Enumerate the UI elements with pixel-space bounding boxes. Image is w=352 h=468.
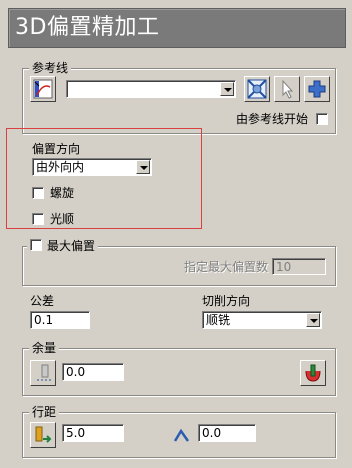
- curve-select-button[interactable]: [30, 76, 56, 102]
- cut-direction-dropdown[interactable]: 顺铣: [202, 311, 322, 329]
- max-offset-label: 最大偏置: [47, 239, 96, 253]
- chevron-down-icon[interactable]: [220, 82, 234, 96]
- thickness-button[interactable]: [300, 360, 326, 386]
- curve-edit-button[interactable]: [244, 76, 270, 102]
- title-bar: 3D偏置精加工: [8, 8, 346, 48]
- curve-select-dropdown[interactable]: [66, 80, 236, 98]
- stepover-input[interactable]: 5.0: [62, 424, 124, 442]
- offset-direction-dropdown[interactable]: 由外向内: [32, 158, 152, 176]
- stepdown-input[interactable]: 0.0: [198, 424, 256, 442]
- add-icon: [308, 80, 326, 98]
- spiral-checkbox[interactable]: [32, 187, 44, 199]
- spiral-label: 螺旋: [50, 186, 75, 200]
- smooth-checkbox[interactable]: [32, 213, 44, 225]
- smooth-label: 光顺: [50, 212, 75, 226]
- specify-max-offset-label: 指定最大偏置数: [184, 260, 269, 274]
- tolerance-input[interactable]: 0.1: [30, 311, 90, 329]
- stepover-tool-icon: [35, 426, 52, 443]
- chevron-down-icon[interactable]: [136, 160, 150, 174]
- allowance-group-label: 余量: [29, 341, 60, 355]
- pointer-icon: [282, 79, 294, 99]
- cut-direction-label: 切削方向: [202, 294, 251, 308]
- curve-edit-icon: [247, 79, 267, 99]
- page-title: 3D偏置精加工: [15, 15, 160, 40]
- tolerance-label: 公差: [30, 294, 55, 308]
- allowance-tool-button[interactable]: [30, 360, 56, 386]
- stepdown-icon: [173, 428, 190, 442]
- stepover-group-label: 行距: [29, 405, 60, 419]
- specify-max-offset-input[interactable]: 10: [272, 258, 326, 275]
- start-from-reference-label: 由参考线开始: [236, 112, 309, 126]
- curve-select-icon: [33, 79, 53, 99]
- start-from-reference-checkbox[interactable]: [316, 113, 328, 125]
- pointer-button[interactable]: [274, 76, 300, 102]
- stepover-tool-button[interactable]: [30, 422, 56, 448]
- thickness-icon: [305, 364, 321, 382]
- allowance-tool-icon: [37, 364, 51, 381]
- reference-group-label: 参考线: [29, 61, 72, 75]
- max-offset-checkbox[interactable]: [30, 239, 42, 251]
- add-curve-button[interactable]: [304, 76, 330, 102]
- chevron-down-icon[interactable]: [306, 313, 320, 327]
- allowance-input[interactable]: 0.0: [62, 363, 124, 381]
- offset-direction-label: 偏置方向: [32, 142, 81, 156]
